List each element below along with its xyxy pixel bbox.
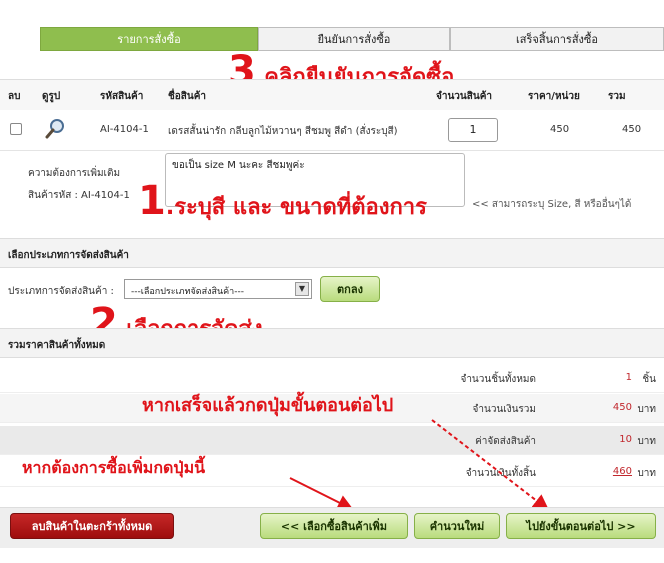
recalculate-button[interactable]: คำนวนใหม่ (414, 513, 500, 539)
annotation-arrows (289, 419, 550, 511)
arrow-to-next-step (431, 419, 550, 511)
continue-shopping-button[interactable]: << เลือกซื้อสินค้าเพิ่ม (260, 513, 408, 539)
arrow-to-continue-shopping (289, 477, 354, 510)
next-step-button[interactable]: ไปยังขั้นตอนต่อไป >> (506, 513, 656, 539)
clear-cart-button[interactable]: ลบสินค้าในตะกร้าทั้งหมด (10, 513, 174, 539)
